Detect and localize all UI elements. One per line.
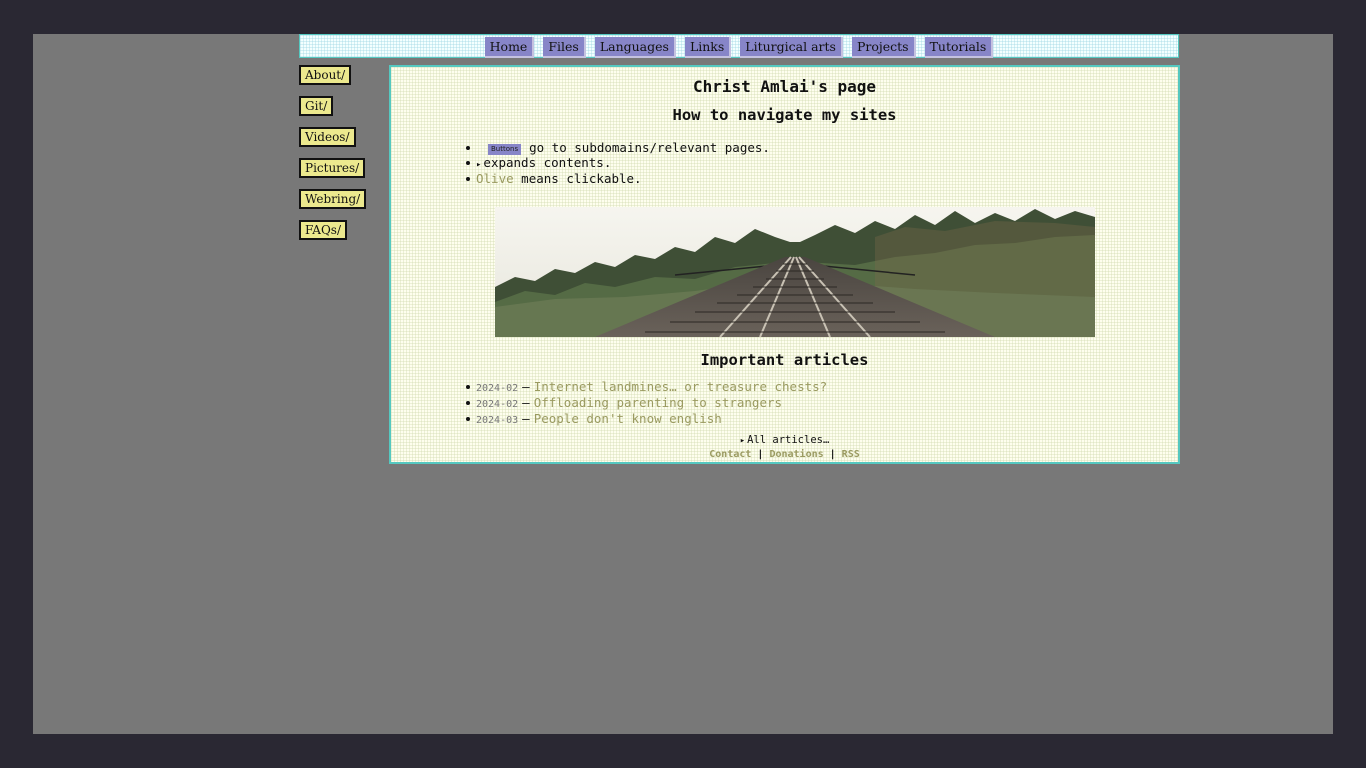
all-articles-label: All articles…: [747, 434, 830, 446]
olive-sample-word: Olive: [476, 171, 514, 186]
nav-tutorials-button[interactable]: Tutorials: [924, 37, 994, 58]
sample-buttons-chip: Buttons: [488, 144, 522, 155]
articles-heading: Important articles: [700, 351, 869, 369]
contact-link[interactable]: Contact: [709, 449, 751, 460]
articles-list: 2024-02– Internet landmines… or treasure …: [465, 380, 827, 428]
rss-link[interactable]: RSS: [842, 449, 860, 460]
list-item: Buttons go to subdomains/relevant pages.: [465, 139, 770, 156]
date-separator: –: [522, 395, 530, 410]
sidebar: About/ Git/ Videos/ Pictures/ Webring/ F…: [299, 65, 379, 251]
all-articles-toggle[interactable]: ▸ All articles…: [391, 434, 1178, 446]
nav-languages-button[interactable]: Languages: [594, 37, 676, 58]
sidebar-git-button[interactable]: Git/: [299, 96, 334, 116]
list-item: Olive means clickable.: [465, 172, 770, 186]
navigate-heading: How to navigate my sites: [672, 106, 897, 124]
article-date: 2024-02: [476, 399, 519, 410]
olive-explanation: means clickable.: [521, 171, 642, 186]
date-separator: –: [522, 411, 530, 426]
sidebar-pictures-button[interactable]: Pictures/: [299, 158, 366, 178]
triangle-right-icon: ▸: [476, 160, 482, 170]
date-separator: –: [522, 379, 530, 394]
sidebar-about-button[interactable]: About/: [299, 65, 352, 85]
nav-links-button[interactable]: Links: [684, 37, 732, 58]
article-link[interactable]: People don't know english: [534, 411, 722, 426]
nav-files-button[interactable]: Files: [543, 37, 586, 58]
sidebar-videos-button[interactable]: Videos/: [299, 127, 356, 147]
triangle-right-icon: ▸: [739, 436, 746, 446]
footer-separator: |: [829, 449, 836, 460]
article-date: 2024-02: [476, 383, 519, 394]
article-link[interactable]: Offloading parenting to strangers: [534, 395, 782, 410]
list-item: 2024-02– Offloading parenting to stranger…: [465, 396, 827, 412]
buttons-explanation: go to subdomains/relevant pages.: [529, 140, 770, 155]
footer-links: Contact | Donations | RSS: [391, 449, 1178, 460]
top-navigation-bar: Home Files Languages Links Liturgical arts Pr…: [299, 34, 1179, 58]
sidebar-faqs-button[interactable]: FAQs/: [299, 220, 347, 240]
page-title: Christ Amlai's page: [692, 77, 877, 96]
article-link[interactable]: Internet landmines… or treasure chests?: [534, 379, 828, 394]
railway-bridge-forest-image: [495, 207, 1095, 337]
navigation-help-list: Buttons go to subdomains/relevant pages. …: [465, 139, 770, 186]
expand-explanation: expands contents.: [483, 155, 612, 170]
list-item: 2024-02– Internet landmines… or treasure …: [465, 380, 827, 396]
list-item: 2024-03– People don't know english: [465, 412, 827, 428]
main-content-panel: Christ Amlai's page How to navigate my s…: [389, 65, 1180, 464]
sidebar-webring-button[interactable]: Webring/: [299, 189, 367, 209]
article-date: 2024-03: [476, 415, 519, 426]
footer-separator: |: [757, 449, 764, 460]
nav-home-button[interactable]: Home: [484, 37, 535, 58]
nav-liturgical-arts-button[interactable]: Liturgical arts: [740, 37, 843, 58]
nav-projects-button[interactable]: Projects: [851, 37, 916, 58]
list-item: ▸ expands contents.: [465, 156, 770, 172]
donations-link[interactable]: Donations: [769, 449, 823, 460]
